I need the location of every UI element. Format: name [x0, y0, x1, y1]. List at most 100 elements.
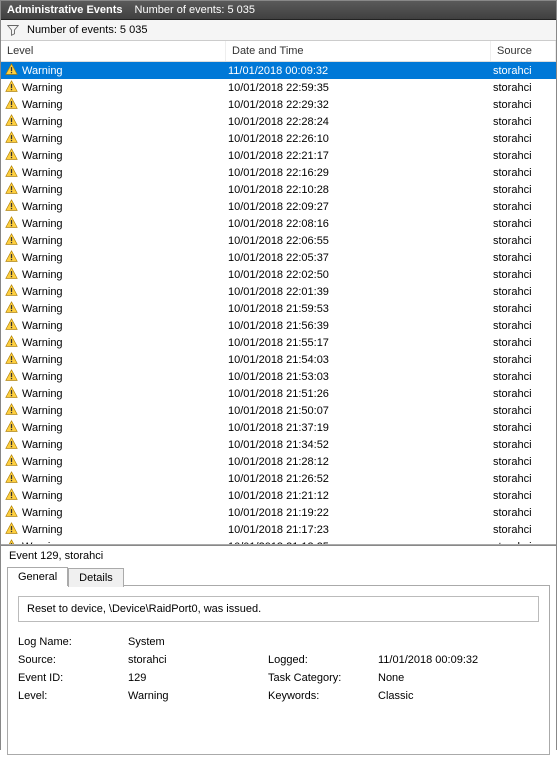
cell-level: Warning — [3, 454, 228, 470]
warning-icon — [5, 420, 18, 436]
tab-details[interactable]: Details — [68, 568, 124, 587]
warning-icon — [5, 267, 18, 283]
event-row[interactable]: Warning10/01/2018 22:01:39storahci — [1, 283, 556, 300]
tab-general[interactable]: General — [7, 567, 68, 586]
cell-source: storahci — [493, 82, 554, 94]
cell-level: Warning — [3, 114, 228, 130]
warning-icon — [5, 131, 18, 147]
event-row[interactable]: Warning10/01/2018 22:29:32storahci — [1, 96, 556, 113]
cell-level: Warning — [3, 505, 228, 521]
label-task-category: Task Category: — [268, 672, 378, 684]
label-logged: Logged: — [268, 654, 378, 666]
cell-source: storahci — [493, 218, 554, 230]
warning-icon — [5, 403, 18, 419]
cell-source: storahci — [493, 337, 554, 349]
cell-level: Warning — [3, 369, 228, 385]
warning-icon — [5, 182, 18, 198]
event-row[interactable]: Warning10/01/2018 21:34:52storahci — [1, 436, 556, 453]
event-row[interactable]: Warning10/01/2018 22:21:17storahci — [1, 147, 556, 164]
event-row[interactable]: Warning10/01/2018 22:26:10storahci — [1, 130, 556, 147]
column-header-level[interactable]: Level — [1, 41, 226, 61]
event-row[interactable]: Warning10/01/2018 21:26:52storahci — [1, 470, 556, 487]
label-source: Source: — [18, 654, 128, 666]
filter-icon[interactable] — [7, 24, 19, 36]
event-row[interactable]: Warning10/01/2018 21:13:35storahci — [1, 538, 556, 545]
cell-level: Warning — [3, 97, 228, 113]
cell-level-text: Warning — [22, 303, 63, 315]
warning-icon — [5, 522, 18, 538]
warning-icon — [5, 301, 18, 317]
cell-source: storahci — [493, 99, 554, 111]
event-row[interactable]: Warning10/01/2018 22:06:55storahci — [1, 232, 556, 249]
cell-source: storahci — [493, 473, 554, 485]
grid-body: Warning11/01/2018 00:09:32storahciWarnin… — [1, 62, 556, 545]
event-row[interactable]: Warning10/01/2018 21:17:23storahci — [1, 521, 556, 538]
cell-source: storahci — [493, 167, 554, 179]
event-row[interactable]: Warning10/01/2018 21:28:12storahci — [1, 453, 556, 470]
cell-level-text: Warning — [22, 320, 63, 332]
warning-icon — [5, 97, 18, 113]
cell-date: 10/01/2018 22:06:55 — [228, 235, 493, 247]
warning-icon — [5, 165, 18, 181]
cell-source: storahci — [493, 65, 554, 77]
column-header-date[interactable]: Date and Time — [226, 41, 491, 61]
event-row[interactable]: Warning10/01/2018 21:53:03storahci — [1, 368, 556, 385]
label-log-name: Log Name: — [18, 636, 128, 648]
cell-level-text: Warning — [22, 473, 63, 485]
filter-event-count: Number of events: 5 035 — [27, 24, 147, 36]
cell-level-text: Warning — [22, 82, 63, 94]
cell-date: 10/01/2018 21:28:12 — [228, 456, 493, 468]
cell-level-text: Warning — [22, 184, 63, 196]
grid-header: Level Date and Time Source — [1, 41, 556, 62]
event-row[interactable]: Warning 10/01/2018 21:55:17storahci — [1, 334, 556, 351]
warning-icon — [5, 471, 18, 487]
event-row[interactable]: Warning10/01/2018 21:56:39storahci — [1, 317, 556, 334]
event-row[interactable]: Warning10/01/2018 21:21:12storahci — [1, 487, 556, 504]
event-row[interactable]: Warning10/01/2018 21:51:26storahci — [1, 385, 556, 402]
event-row[interactable]: Warning11/01/2018 00:09:32storahci — [1, 62, 556, 79]
event-row[interactable]: Warning10/01/2018 21:50:07storahci — [1, 402, 556, 419]
cell-level-text: Warning — [22, 422, 63, 434]
cell-level: Warning — [3, 250, 228, 266]
warning-icon — [5, 284, 18, 300]
cell-level-text: Warning — [22, 252, 63, 264]
cell-level-text: Warning — [22, 269, 63, 281]
event-row[interactable]: Warning10/01/2018 21:54:03storahci — [1, 351, 556, 368]
event-row[interactable]: Warning10/01/2018 22:28:24storahci — [1, 113, 556, 130]
event-row[interactable]: Warning10/01/2018 22:16:29storahci — [1, 164, 556, 181]
cell-source: storahci — [493, 388, 554, 400]
detail-header: Event 129, storahci — [1, 546, 556, 566]
cell-date: 10/01/2018 22:01:39 — [228, 286, 493, 298]
event-row[interactable]: Warning10/01/2018 21:37:19storahci — [1, 419, 556, 436]
event-row[interactable]: Warning10/01/2018 21:19:22storahci — [1, 504, 556, 521]
warning-icon — [5, 216, 18, 232]
event-grid[interactable]: Level Date and Time Source Warning11/01/… — [1, 41, 556, 545]
titlebar-event-count: Number of events: 5 035 — [135, 4, 255, 16]
column-header-source[interactable]: Source — [491, 41, 556, 61]
event-row[interactable]: Warning10/01/2018 22:59:35storahci — [1, 79, 556, 96]
cell-level: Warning — [3, 386, 228, 402]
cell-date: 10/01/2018 21:50:07 — [228, 405, 493, 417]
event-row[interactable]: Warning10/01/2018 22:08:16storahci — [1, 215, 556, 232]
value-source: storahci — [128, 654, 268, 666]
cell-level-text: Warning — [22, 354, 63, 366]
cell-level: Warning — [3, 63, 228, 79]
cell-date: 10/01/2018 22:29:32 — [228, 99, 493, 111]
warning-icon — [5, 437, 18, 453]
cell-level: Warning — [3, 131, 228, 147]
warning-icon — [5, 114, 18, 130]
cell-date: 10/01/2018 21:55:17 — [228, 337, 493, 349]
event-row[interactable]: Warning10/01/2018 22:05:37storahci — [1, 249, 556, 266]
cell-level-text: Warning — [22, 456, 63, 468]
cell-level-text: Warning — [22, 201, 63, 213]
cell-date: 10/01/2018 22:10:28 — [228, 184, 493, 196]
cell-date: 10/01/2018 21:54:03 — [228, 354, 493, 366]
event-row[interactable]: Warning10/01/2018 22:10:28storahci — [1, 181, 556, 198]
cell-level-text: Warning — [22, 337, 63, 349]
event-row[interactable]: Warning10/01/2018 22:09:27storahci — [1, 198, 556, 215]
cell-level: Warning — [3, 301, 228, 317]
cell-date: 10/01/2018 21:17:23 — [228, 524, 493, 536]
cell-level: Warning — [3, 403, 228, 419]
event-row[interactable]: Warning10/01/2018 22:02:50storahci — [1, 266, 556, 283]
event-row[interactable]: Warning10/01/2018 21:59:53storahci — [1, 300, 556, 317]
